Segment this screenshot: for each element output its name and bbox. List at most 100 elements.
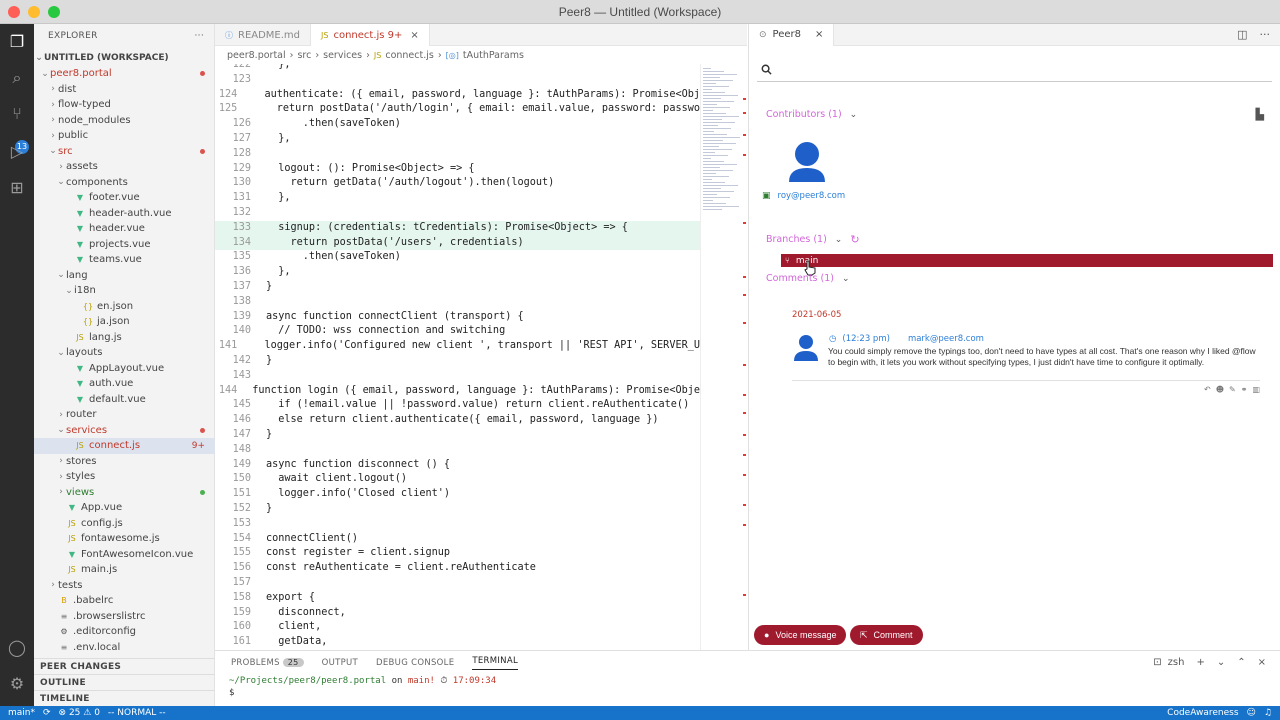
tree-item[interactable]: › node_modules xyxy=(34,113,215,129)
tree-item[interactable]: ▼ auth.vue xyxy=(34,376,215,392)
tree-item[interactable]: JS config.js xyxy=(34,516,215,532)
code-line[interactable]: 151 logger.info('Closed client') xyxy=(215,487,700,502)
tree-item[interactable]: ▼ projects.vue xyxy=(34,237,215,253)
code-line[interactable]: 150 await client.logout() xyxy=(215,472,700,487)
contributor-avatar-icon[interactable] xyxy=(787,140,827,184)
code-line[interactable]: 157 xyxy=(215,576,700,591)
code-line[interactable]: 160 client, xyxy=(215,620,700,635)
outline-section[interactable]: OUTLINE xyxy=(34,674,215,690)
close-window-button[interactable] xyxy=(8,6,20,18)
code-line[interactable]: 131 }, xyxy=(215,191,700,206)
code-line[interactable]: 155 const register = client.signup xyxy=(215,546,700,561)
tab-peer8[interactable]: ⊙ Peer8 × xyxy=(749,23,835,46)
tab-output[interactable]: OUTPUT xyxy=(322,658,358,668)
tree-item[interactable]: ⌄ components xyxy=(34,175,215,191)
more-actions-icon[interactable]: ··· xyxy=(1260,28,1271,41)
person-icon[interactable]: ☺ xyxy=(1247,708,1256,718)
minimap[interactable] xyxy=(700,64,747,650)
refresh-icon[interactable]: ↻ xyxy=(850,233,859,246)
comments-section-header[interactable]: Comments (1) ⌄ xyxy=(766,273,850,284)
code-line[interactable]: 137} xyxy=(215,280,700,295)
code-line[interactable]: 130 return getData('/auth/logout').then(… xyxy=(215,176,700,191)
tree-item[interactable]: › views xyxy=(34,485,215,501)
codeawareness-status[interactable]: CodeAwareness xyxy=(1167,708,1238,718)
code-line[interactable]: 133 signup: (credentials: tCredentials):… xyxy=(215,220,700,236)
code-line[interactable]: 149 async function disconnect () { xyxy=(215,458,700,473)
code-line[interactable]: 138 xyxy=(215,295,700,310)
explorer-icon[interactable]: ❐ xyxy=(7,32,27,52)
branches-section-header[interactable]: Branches (1) ⌄ ↻ xyxy=(766,233,860,246)
tree-item[interactable]: JS fontawesome.js xyxy=(34,531,215,547)
minimize-window-button[interactable] xyxy=(28,6,40,18)
code-line[interactable]: 156 const reAuthenticate = client.reAuthe… xyxy=(215,561,700,576)
maximize-window-button[interactable] xyxy=(48,6,60,18)
code-line[interactable]: 147} xyxy=(215,428,700,443)
settings-gear-icon[interactable]: ⚙ xyxy=(7,674,27,694)
code-line[interactable]: 134 return postData('/users', credential… xyxy=(215,235,700,251)
tree-item[interactable]: JS main.js xyxy=(34,562,215,578)
tree-item[interactable]: ⌄ i18n xyxy=(34,283,215,299)
emoji-icon[interactable]: ☻ xyxy=(1216,385,1224,394)
tree-item[interactable]: › router xyxy=(34,407,215,423)
search-input[interactable] xyxy=(780,64,1260,75)
tree-item[interactable]: ⌄ services xyxy=(34,423,215,439)
git-branch-status[interactable]: main* xyxy=(8,708,35,718)
code-line[interactable]: 154 connectClient() xyxy=(215,532,700,547)
trash-icon[interactable]: ▥ xyxy=(1252,385,1260,394)
source-control-icon[interactable]: ⑂ xyxy=(7,104,27,124)
tab-debug-console[interactable]: DEBUG CONSOLE xyxy=(376,658,454,668)
tree-item[interactable]: ⚙ .editorconfig xyxy=(34,624,215,640)
code-line[interactable]: 128 xyxy=(215,147,700,162)
code-line[interactable]: 159 disconnect, xyxy=(215,606,700,621)
timeline-section[interactable]: TIMELINE xyxy=(34,690,215,706)
terminal-output[interactable]: ~/Projects/peer8/peer8.portal on main! ⏱… xyxy=(215,675,1280,699)
tree-item[interactable]: › assets xyxy=(34,159,215,175)
code-line[interactable]: 132 xyxy=(215,206,700,221)
tab-problems[interactable]: PROBLEMS 25 xyxy=(231,658,304,668)
edit-icon[interactable]: ✎ xyxy=(1229,385,1236,394)
code-line[interactable]: 145 if (!email.value || !password.value)… xyxy=(215,398,700,413)
tree-item[interactable]: ⌄ src xyxy=(34,144,215,160)
workspace-root[interactable]: ⌄ UNTITLED (WORKSPACE) xyxy=(34,50,215,66)
tab-terminal[interactable]: TERMINAL xyxy=(472,656,518,670)
code-line[interactable]: 144 function login ({ email, password, la… xyxy=(215,384,700,399)
code-line[interactable]: 126 .then(saveToken) xyxy=(215,117,700,132)
bell-icon[interactable]: ♫ xyxy=(1264,708,1272,718)
breadcrumb-item[interactable]: connect.js xyxy=(385,50,433,61)
code-line[interactable]: 142} xyxy=(215,354,700,369)
tree-item[interactable]: ▼ header-auth.vue xyxy=(34,206,215,222)
close-tab-icon[interactable]: × xyxy=(815,29,823,40)
problems-status[interactable]: ⊗ 25 ⚠ 0 xyxy=(59,708,100,718)
peer-changes-section[interactable]: PEER CHANGES xyxy=(34,658,215,674)
code-line[interactable]: 124 authenticate: ({ email, password, la… xyxy=(215,88,700,103)
account-icon[interactable]: ◯ xyxy=(7,638,27,658)
breadcrumb-item[interactable]: tAuthParams xyxy=(463,50,524,61)
tree-item[interactable]: ▼ default.vue xyxy=(34,392,215,408)
code-line[interactable]: 158 export { xyxy=(215,591,700,606)
code-line[interactable]: 141 logger.info('Configured new client '… xyxy=(215,339,700,354)
code-line[interactable]: 123 xyxy=(215,73,700,88)
tree-item[interactable]: ⌄ lang xyxy=(34,268,215,284)
tab-connect-js[interactable]: JS connect.js 9+ × xyxy=(311,24,430,46)
tree-item[interactable]: › flow-typed xyxy=(34,97,215,113)
code-line[interactable]: 161 getData, xyxy=(215,635,700,650)
link-icon[interactable]: ⚭ xyxy=(1241,385,1248,394)
code-line[interactable]: 136 }, xyxy=(215,265,700,280)
tree-item[interactable]: ≡ .env.local xyxy=(34,640,215,656)
tree-item[interactable]: ▼ App.vue xyxy=(34,500,215,516)
code-line[interactable]: 125 return postData('/auth/login', { ema… xyxy=(215,102,700,117)
tree-item[interactable]: ≡ .browserslistrc xyxy=(34,609,215,625)
tree-item[interactable]: ▼ footer.vue xyxy=(34,190,215,206)
tree-item[interactable]: › tests xyxy=(34,578,215,594)
tree-item[interactable]: › stores xyxy=(34,454,215,470)
reply-icon[interactable]: ↶ xyxy=(1204,385,1211,394)
maximize-panel-icon[interactable]: ⌃ xyxy=(1237,657,1245,668)
code-line[interactable]: 122 }, xyxy=(215,64,700,73)
code-line[interactable]: 143 xyxy=(215,369,700,384)
sync-icon[interactable]: ⟳ xyxy=(43,708,51,718)
code-line[interactable]: 140 // TODO: wss connection and switchin… xyxy=(215,324,700,339)
more-actions-icon[interactable]: ··· xyxy=(195,31,204,41)
code-line[interactable]: 135 .then(saveToken) xyxy=(215,250,700,265)
tree-item[interactable]: B .babelrc xyxy=(34,593,215,609)
new-terminal-icon[interactable]: + xyxy=(1196,657,1204,668)
